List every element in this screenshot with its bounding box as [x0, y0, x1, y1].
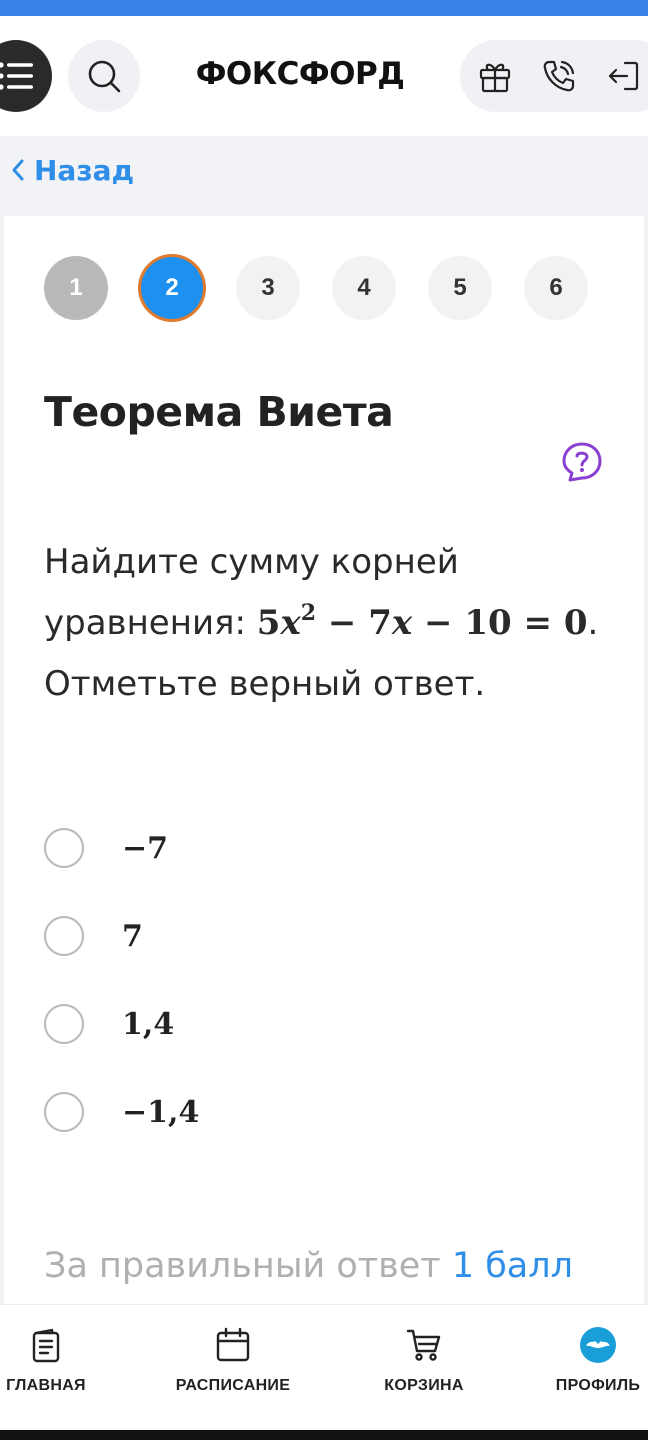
- answer-label: −7: [122, 830, 169, 866]
- step-5[interactable]: 5: [428, 256, 492, 320]
- help-icon: [562, 442, 602, 482]
- answer-option[interactable]: 7: [44, 914, 444, 958]
- tab-cart-label: КОРЗИНА: [384, 1377, 464, 1394]
- brand-logo[interactable]: ФОКСФОРД: [180, 52, 420, 96]
- gift-button[interactable]: [476, 57, 514, 95]
- chevron-left-icon: [12, 159, 24, 181]
- answer-option[interactable]: −1,4: [44, 1090, 444, 1134]
- step-3[interactable]: 3: [236, 256, 300, 320]
- task-title: Теорема Виета: [44, 388, 394, 436]
- tab-profile-label: ПРОФИЛЬ: [555, 1377, 641, 1394]
- task-card: 1 2 3 4 5 6 Теорема Виета Найдите сумму …: [4, 216, 644, 1306]
- answer-label: 7: [122, 918, 143, 954]
- tab-profile[interactable]: ПРОФИЛЬ: [550, 1325, 646, 1415]
- avatar-icon: [580, 1327, 616, 1363]
- list-menu-icon: [0, 62, 33, 90]
- phone-icon: [543, 60, 575, 92]
- answer-option[interactable]: −7: [44, 826, 444, 870]
- points-prefix: За правильный ответ: [44, 1246, 452, 1286]
- question-line-1: Найдите сумму корней: [44, 542, 459, 582]
- search-button[interactable]: [68, 40, 140, 112]
- phone-button[interactable]: [540, 57, 578, 95]
- back-link[interactable]: Назад: [10, 150, 134, 190]
- question-line-2-suffix: .: [587, 603, 599, 643]
- radio-button[interactable]: [44, 916, 84, 956]
- step-4[interactable]: 4: [332, 256, 396, 320]
- search-icon: [88, 60, 121, 93]
- points-value: 1 балл: [451, 1246, 573, 1286]
- answer-label: −1,4: [122, 1094, 200, 1130]
- tab-home-label: ГЛАВНАЯ: [6, 1377, 86, 1394]
- question-line-2: уравнения: 5x2 − 7x − 10 = 0.: [44, 593, 624, 654]
- bottom-tab-bar: ГЛАВНАЯ РАСПИСАНИЕ КОРЗИНА ПРОФИЛЬ: [0, 1304, 648, 1430]
- tab-schedule[interactable]: РАСПИСАНИЕ: [168, 1325, 298, 1415]
- system-nav-bar: [0, 1430, 648, 1440]
- answer-label: 1,4: [122, 1006, 175, 1042]
- question-text: Найдите сумму корней уравнения: 5x2 − 7x…: [44, 532, 624, 715]
- answer-option[interactable]: 1,4: [44, 1002, 444, 1046]
- question-line-3: Отметьте верный ответ.: [44, 664, 486, 704]
- menu-button[interactable]: [0, 40, 52, 112]
- radio-button[interactable]: [44, 1092, 84, 1132]
- tab-schedule-label: РАСПИСАНИЕ: [175, 1377, 291, 1394]
- points-info: За правильный ответ 1 балл: [44, 1246, 573, 1286]
- equation: 5x2 − 7x − 10 = 0: [256, 600, 588, 643]
- logout-button[interactable]: [604, 57, 642, 95]
- tab-cart[interactable]: КОРЗИНА: [378, 1325, 470, 1415]
- logout-icon: [608, 61, 639, 91]
- back-label: Назад: [34, 153, 135, 187]
- question-line-2-prefix: уравнения:: [44, 603, 257, 643]
- header: ФОКСФОРД: [0, 16, 648, 136]
- header-actions: [460, 40, 648, 112]
- help-button[interactable]: [560, 440, 604, 484]
- gift-icon: [479, 63, 511, 93]
- calendar-icon: [216, 1327, 250, 1362]
- home-document-icon: [32, 1328, 60, 1363]
- radio-button[interactable]: [44, 1004, 84, 1044]
- step-6[interactable]: 6: [524, 256, 588, 320]
- radio-button[interactable]: [44, 828, 84, 868]
- cart-icon: [406, 1329, 441, 1361]
- step-1[interactable]: 1: [44, 256, 108, 320]
- tab-home[interactable]: ГЛАВНАЯ: [4, 1325, 88, 1415]
- step-2[interactable]: 2: [141, 257, 203, 319]
- top-accent-strip: [0, 0, 648, 16]
